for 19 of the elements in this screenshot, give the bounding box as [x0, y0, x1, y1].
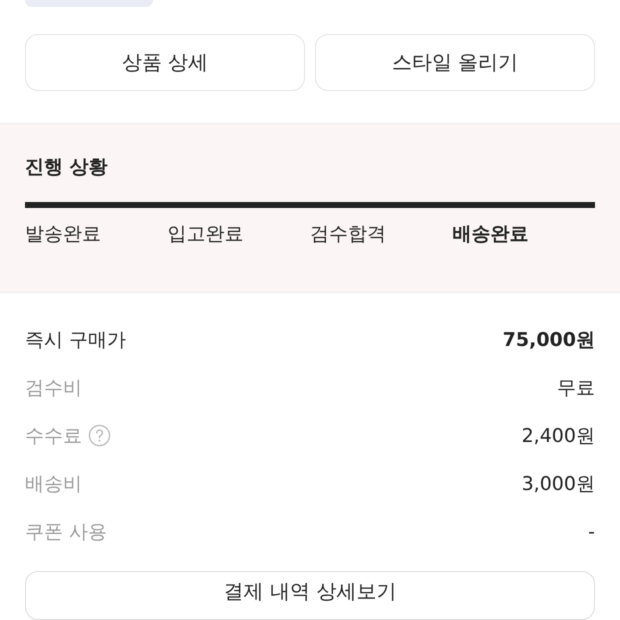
payment-detail-button[interactable]: 결제 내역 상세보기 — [25, 570, 595, 620]
price-label: 즉시 구매가 — [25, 328, 126, 353]
price-label: 쿠폰 사용 — [25, 520, 108, 545]
section-title: 진행 상황 — [25, 154, 109, 180]
price-value: 75,000원 — [502, 328, 595, 353]
price-value: 2,400원 — [522, 424, 595, 449]
progress-step: 입고완료 — [168, 220, 310, 247]
price-value: - — [588, 520, 595, 543]
price-value: 3,000원 — [522, 472, 595, 497]
price-label: 검수비 — [25, 376, 82, 401]
progress-step: 발송완료 — [25, 220, 168, 247]
price-value: 무료 — [557, 376, 595, 401]
progress-step: 검수합격 — [310, 220, 452, 247]
action-button[interactable]: 상품 상세 — [25, 34, 305, 91]
price-label: 배송비 — [25, 472, 82, 497]
price-label: 수수료 — [25, 424, 82, 449]
help-icon[interactable] — [88, 424, 111, 448]
progress-step: 배송완료 — [452, 220, 595, 247]
action-button[interactable]: 스타일 올리기 — [315, 34, 595, 91]
